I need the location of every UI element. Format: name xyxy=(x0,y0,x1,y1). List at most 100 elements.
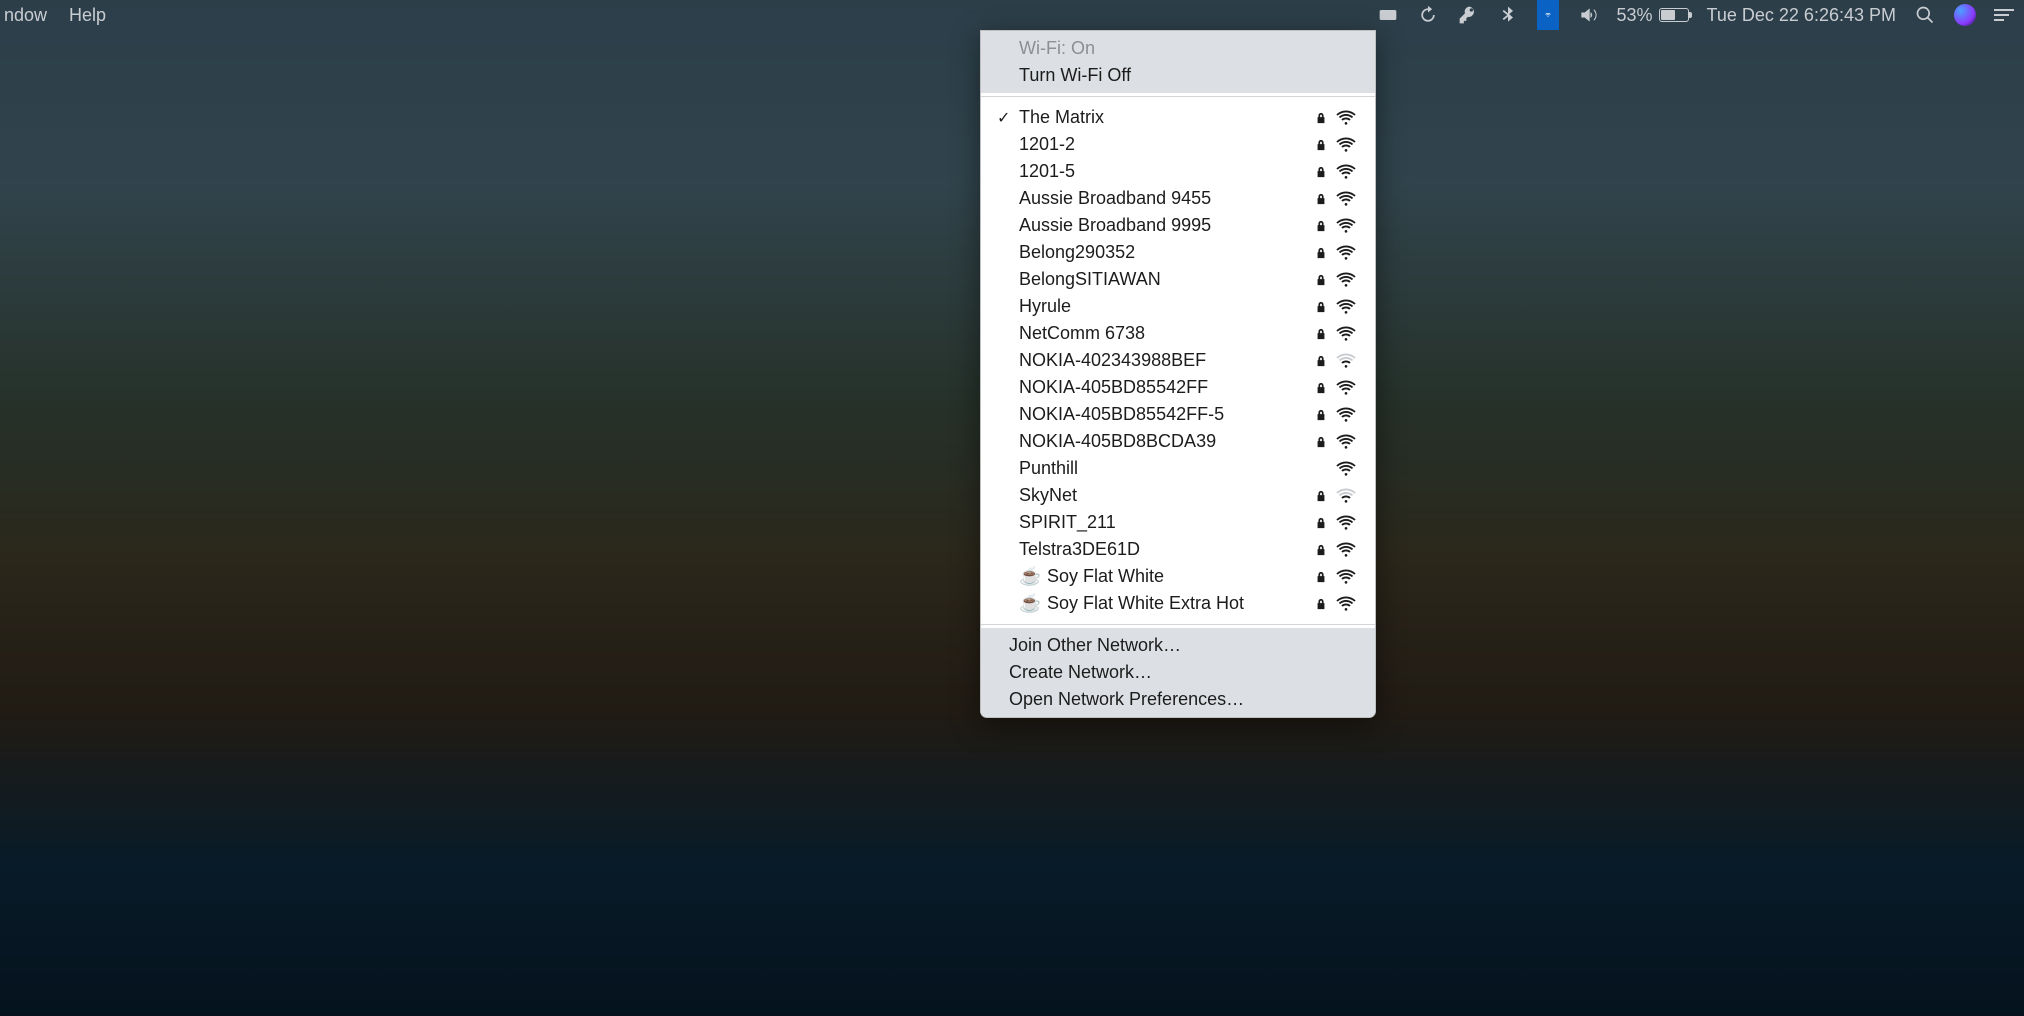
signal-icon xyxy=(1333,569,1359,585)
network-name: NOKIA-402343988BEF xyxy=(1019,350,1309,371)
separator xyxy=(981,624,1375,625)
network-name: Soy Flat White xyxy=(1047,566,1309,587)
wifi-network-row[interactable]: NOKIA-405BD8BCDA39 xyxy=(981,428,1375,455)
lock-icon xyxy=(1309,300,1333,314)
wifi-network-row[interactable]: NetComm 6738 xyxy=(981,320,1375,347)
signal-icon xyxy=(1333,488,1359,504)
menu-window[interactable]: ndow xyxy=(4,5,47,26)
signal-icon xyxy=(1333,272,1359,288)
wifi-network-row[interactable]: ☕Soy Flat White Extra Hot xyxy=(981,590,1375,617)
lock-icon xyxy=(1309,246,1333,260)
lock-icon xyxy=(1309,273,1333,287)
signal-icon xyxy=(1333,137,1359,153)
menubar: ndow Help 53% Tue Dec 22 6:26:43 PM xyxy=(0,0,2024,30)
lock-icon xyxy=(1309,489,1333,503)
network-emoji: ☕ xyxy=(1019,593,1047,614)
wifi-network-row[interactable]: Hyrule xyxy=(981,293,1375,320)
wifi-toggle-row[interactable]: Turn Wi-Fi Off xyxy=(981,62,1375,89)
notification-center-icon[interactable] xyxy=(1994,9,2014,21)
signal-icon xyxy=(1333,380,1359,396)
network-name: 1201-2 xyxy=(1019,134,1309,155)
footer-label: Open Network Preferences… xyxy=(1009,689,1359,710)
network-name: Punthill xyxy=(1019,458,1309,479)
wifi-network-row[interactable]: NOKIA-402343988BEF xyxy=(981,347,1375,374)
wifi-network-row[interactable]: Punthill xyxy=(981,455,1375,482)
signal-icon xyxy=(1333,596,1359,612)
signal-icon xyxy=(1333,218,1359,234)
wifi-network-row[interactable]: Aussie Broadband 9995 xyxy=(981,212,1375,239)
network-name: Telstra3DE61D xyxy=(1019,539,1309,560)
keyboard-icon[interactable] xyxy=(1377,4,1399,26)
signal-icon xyxy=(1333,245,1359,261)
sync-icon[interactable] xyxy=(1417,4,1439,26)
lock-icon xyxy=(1309,327,1333,341)
bluetooth-icon[interactable] xyxy=(1497,4,1519,26)
lock-icon xyxy=(1309,381,1333,395)
signal-icon xyxy=(1333,299,1359,315)
lock-icon xyxy=(1309,597,1333,611)
menu-help[interactable]: Help xyxy=(69,5,106,26)
lock-icon xyxy=(1309,570,1333,584)
wifi-network-row[interactable]: Aussie Broadband 9455 xyxy=(981,185,1375,212)
wifi-network-row[interactable]: SkyNet xyxy=(981,482,1375,509)
network-name: BelongSITIAWAN xyxy=(1019,269,1309,290)
wifi-footer-action[interactable]: Create Network… xyxy=(981,659,1375,686)
lock-icon xyxy=(1309,435,1333,449)
wifi-network-row[interactable]: BelongSITIAWAN xyxy=(981,266,1375,293)
signal-icon xyxy=(1333,515,1359,531)
wifi-network-row[interactable]: NOKIA-405BD85542FF xyxy=(981,374,1375,401)
wifi-network-row[interactable]: SPIRIT_211 xyxy=(981,509,1375,536)
wifi-footer-action[interactable]: Open Network Preferences… xyxy=(981,686,1375,713)
clock[interactable]: Tue Dec 22 6:26:43 PM xyxy=(1707,5,1896,26)
key-icon[interactable] xyxy=(1457,4,1479,26)
signal-icon xyxy=(1333,353,1359,369)
network-name: Belong290352 xyxy=(1019,242,1309,263)
lock-icon xyxy=(1309,543,1333,557)
wifi-menu-footer: Join Other Network… Create Network… Open N… xyxy=(981,628,1375,717)
wifi-network-row[interactable]: Telstra3DE61D xyxy=(981,536,1375,563)
wifi-footer-action[interactable]: Join Other Network… xyxy=(981,632,1375,659)
volume-icon[interactable] xyxy=(1577,4,1599,26)
wifi-network-row[interactable]: Belong290352 xyxy=(981,239,1375,266)
signal-icon xyxy=(1333,191,1359,207)
wifi-toggle-label: Turn Wi-Fi Off xyxy=(1019,65,1359,86)
wifi-icon[interactable] xyxy=(1537,0,1559,30)
wifi-network-row[interactable]: NOKIA-405BD85542FF-5 xyxy=(981,401,1375,428)
network-name: 1201-5 xyxy=(1019,161,1309,182)
signal-icon xyxy=(1333,110,1359,126)
wifi-network-row[interactable]: ☕Soy Flat White xyxy=(981,563,1375,590)
network-name: NetComm 6738 xyxy=(1019,323,1309,344)
network-name: SPIRIT_211 xyxy=(1019,512,1309,533)
battery-status[interactable]: 53% xyxy=(1617,5,1689,26)
wifi-network-row[interactable]: 1201-5 xyxy=(981,158,1375,185)
signal-icon xyxy=(1333,461,1359,477)
lock-icon xyxy=(1309,408,1333,422)
wifi-network-row[interactable]: ✓The Matrix xyxy=(981,104,1375,131)
menubar-left: ndow Help xyxy=(0,5,106,26)
wifi-network-row[interactable]: 1201-2 xyxy=(981,131,1375,158)
network-name: Hyrule xyxy=(1019,296,1309,317)
footer-label: Create Network… xyxy=(1009,662,1359,683)
footer-label: Join Other Network… xyxy=(1009,635,1359,656)
wifi-menu-header: Wi-Fi: On Turn Wi-Fi Off xyxy=(981,31,1375,93)
spotlight-icon[interactable] xyxy=(1914,4,1936,26)
lock-icon xyxy=(1309,516,1333,530)
signal-icon xyxy=(1333,164,1359,180)
signal-icon xyxy=(1333,326,1359,342)
lock-icon xyxy=(1309,138,1333,152)
network-name: The Matrix xyxy=(1019,107,1309,128)
network-name: NOKIA-405BD85542FF xyxy=(1019,377,1309,398)
wifi-status-label: Wi-Fi: On xyxy=(1019,38,1359,59)
network-name: Aussie Broadband 9455 xyxy=(1019,188,1309,209)
wifi-network-list: ✓The Matrix 1201-2 1201-5 Aussie Broadba… xyxy=(981,100,1375,621)
network-name: Aussie Broadband 9995 xyxy=(1019,215,1309,236)
lock-icon xyxy=(1309,192,1333,206)
network-name: NOKIA-405BD85542FF-5 xyxy=(1019,404,1309,425)
battery-percent-label: 53% xyxy=(1617,5,1653,26)
wifi-status-row: Wi-Fi: On xyxy=(981,35,1375,62)
network-name: Soy Flat White Extra Hot xyxy=(1047,593,1309,614)
separator xyxy=(981,96,1375,97)
checkmark-icon: ✓ xyxy=(997,108,1019,128)
siri-icon[interactable] xyxy=(1954,4,1976,26)
network-name: NOKIA-405BD8BCDA39 xyxy=(1019,431,1309,452)
